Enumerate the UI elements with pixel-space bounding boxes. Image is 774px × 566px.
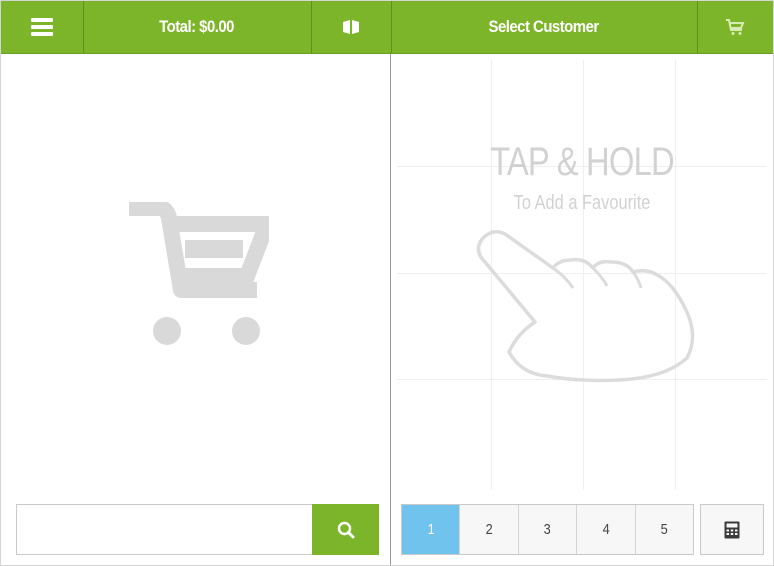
search-button[interactable] (312, 504, 379, 555)
pointing-hand-icon (476, 230, 695, 383)
search-input[interactable] (17, 505, 312, 554)
favourite-page-selector: 1 2 3 4 5 (401, 504, 694, 555)
page-button-2[interactable]: 2 (460, 505, 519, 554)
favourite-hint-title: TAP & HOLD (490, 140, 675, 184)
page-button-3[interactable]: 3 (519, 505, 578, 554)
select-customer-button[interactable]: Select Customer (391, 1, 697, 53)
cart-button[interactable] (697, 1, 773, 53)
cash-drawer-icon (343, 20, 359, 34)
shopping-cart-icon (129, 202, 269, 345)
menu-button[interactable] (1, 1, 83, 53)
calculator-button[interactable] (700, 504, 764, 555)
cash-drawer-button[interactable] (311, 1, 391, 53)
favourites-pane: TAP & HOLD To Add a Favourite 1 2 3 4 5 (391, 54, 773, 565)
hamburger-menu-icon (31, 18, 53, 36)
calculator-icon (724, 521, 740, 538)
total-label: Total: $0.00 (159, 17, 235, 36)
page-button-4[interactable]: 4 (577, 505, 636, 554)
page-button-5[interactable]: 5 (636, 505, 693, 554)
pos-app: Total: $0.00 Select Customer TAP & HOLD … (0, 0, 774, 566)
total-display: Total: $0.00 (83, 1, 311, 53)
favourite-hint-subtitle: To Add a Favourite (513, 192, 651, 214)
shopping-cart-icon (726, 19, 745, 35)
top-bar: Total: $0.00 Select Customer (1, 1, 773, 54)
page-button-1[interactable]: 1 (402, 505, 461, 554)
select-customer-label: Select Customer (488, 17, 600, 36)
search-field[interactable] (16, 504, 312, 555)
search-icon (337, 521, 354, 538)
cart-pane (1, 54, 390, 565)
